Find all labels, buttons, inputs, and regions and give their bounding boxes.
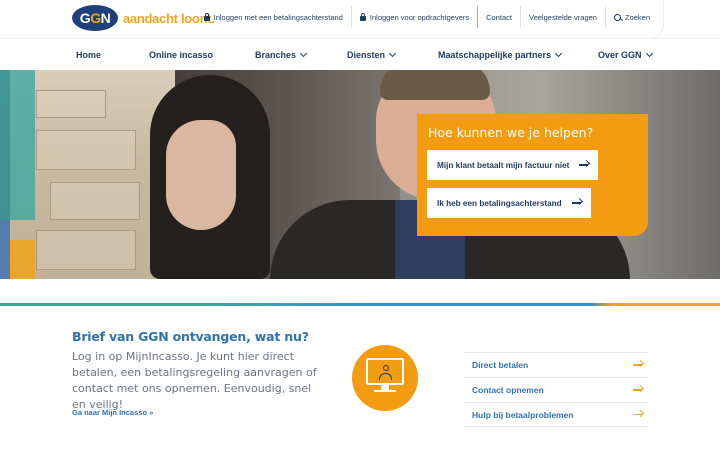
decor-strip-orange: [10, 240, 35, 279]
help-title: Hoe kunnen we je helpen?: [428, 125, 594, 140]
nav-home[interactable]: Home: [76, 50, 101, 60]
nav-online-incasso[interactable]: Online incasso: [149, 50, 213, 60]
help-panel: Hoe kunnen we je helpen? Mijn klant beta…: [417, 114, 648, 236]
arrow-right-icon: [633, 364, 642, 366]
payment-arrears-button[interactable]: Ik heb een betalingsachterstand: [427, 188, 591, 218]
unpaid-invoice-button[interactable]: Mijn klant betaalt mijn factuur niet: [427, 150, 599, 180]
quick-link-label: Contact opnemen: [472, 385, 544, 395]
mijn-incasso-link[interactable]: Ga naar Mijn Incasso »: [72, 408, 153, 417]
search-icon: [613, 13, 621, 21]
monitor-base: [374, 390, 396, 392]
login-debtor-label: Inloggen met een betalingsachterstand: [213, 12, 343, 22]
unpaid-invoice-label: Mijn klant betaalt mijn factuur niet: [437, 160, 570, 170]
ggn-logo[interactable]: GGN aandacht loont.: [72, 5, 215, 31]
nav-online-incasso-label: Online incasso: [149, 50, 214, 60]
nav-branches-label: Branches: [255, 50, 297, 60]
quick-link-label: Direct betalen: [472, 360, 529, 370]
chevron-down-icon: [555, 49, 563, 58]
brick: [36, 130, 136, 170]
decor-strip-blue: [0, 220, 10, 279]
lock-icon: [359, 12, 366, 21]
lock-icon: [203, 12, 210, 21]
quick-link-contact-opnemen[interactable]: Contact opnemen: [464, 377, 648, 402]
nav-diensten-label: Diensten: [347, 50, 386, 60]
arrow-right-icon: [579, 164, 589, 166]
brief-heading: Brief van GGN ontvangen, wat nu?: [72, 329, 309, 344]
faq-label: Veelgestelde vragen: [529, 12, 597, 22]
login-client-link[interactable]: Inloggen voor opdrachtgevers: [350, 6, 477, 28]
nav-over-ggn[interactable]: Over GGN: [598, 49, 653, 60]
woman-face: [166, 120, 236, 230]
arrow-right-icon: [633, 413, 642, 416]
payment-arrears-label: Ik heb een betalingsachterstand: [437, 198, 562, 208]
logo-letter-g-orange: G: [90, 10, 101, 26]
logo-badge: GGN: [72, 5, 118, 31]
person-head-icon: [383, 365, 389, 371]
nav-branches[interactable]: Branches: [255, 49, 308, 60]
main-nav: Home Online incasso Branches Diensten Ma…: [0, 38, 720, 70]
nav-over-ggn-label: Over GGN: [598, 50, 642, 60]
nav-diensten[interactable]: Diensten: [347, 49, 397, 60]
brief-description: Log in op MijnIncasso. Je kunt hier dire…: [72, 350, 317, 411]
brick: [50, 182, 140, 220]
man-hair: [380, 70, 490, 100]
nav-partners[interactable]: Maatschappelijke partners: [438, 49, 563, 60]
color-stripe-divider: [0, 303, 720, 306]
contact-link[interactable]: Contact: [477, 6, 520, 28]
nav-partners-label: Maatschappelijke partners: [438, 50, 552, 60]
chevron-down-icon: [388, 49, 397, 58]
person-body-icon: [379, 373, 392, 380]
arrow-right-icon: [633, 389, 642, 391]
hero-banner: Hoe kunnen we je helpen? Mijn klant beta…: [0, 70, 720, 279]
chevron-down-icon: [299, 49, 308, 58]
top-bar: GGN aandacht loont. Inloggen met een bet…: [0, 0, 720, 38]
decor-strip-dark: [0, 70, 10, 220]
quick-links-list: Direct betalen Contact opnemen Hulp bij …: [464, 352, 648, 427]
quick-link-label: Hulp bij betaalproblemen: [472, 409, 574, 420]
brick: [36, 230, 136, 270]
brick: [36, 90, 106, 118]
login-debtor-link[interactable]: Inloggen met een betalingsachterstand: [196, 6, 351, 28]
faq-link[interactable]: Veelgestelde vragen: [520, 6, 605, 28]
quick-link-direct-betalen[interactable]: Direct betalen: [464, 352, 648, 377]
quick-link-hulp-betaalproblemen[interactable]: Hulp bij betaalproblemen: [464, 402, 648, 427]
logo-letter-n: N: [100, 10, 111, 26]
search-link[interactable]: Zoeken: [604, 6, 658, 28]
search-label: Zoeken: [624, 12, 650, 22]
nav-home-label: Home: [76, 50, 102, 60]
utility-links: Inloggen met een betalingsachterstand In…: [196, 6, 658, 28]
contact-label: Contact: [486, 12, 512, 22]
logo-letter-g: G: [79, 10, 91, 26]
computer-user-icon: [352, 345, 418, 411]
monitor-icon: [366, 358, 404, 385]
topbar-corner: [652, 0, 664, 38]
login-client-label: Inloggen voor opdrachtgevers: [369, 12, 470, 22]
arrow-right-icon: [571, 202, 581, 204]
chevron-down-icon: [645, 49, 653, 58]
